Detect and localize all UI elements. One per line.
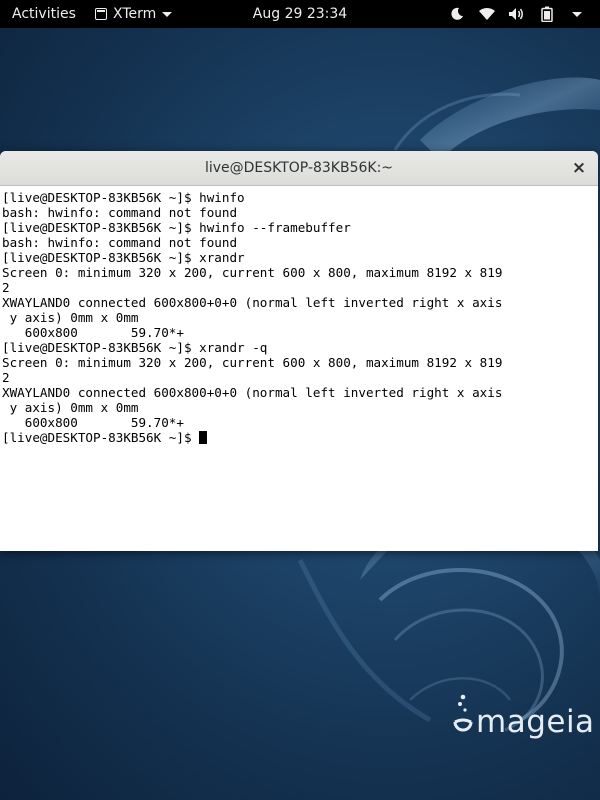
close-button[interactable]: × [570, 159, 588, 177]
system-tray[interactable] [448, 0, 586, 28]
wifi-icon[interactable] [478, 0, 496, 28]
terminal-line: [live@DESKTOP-83KB56K ~]$ xrandr [2, 250, 245, 265]
mageia-logo-icon [453, 694, 473, 732]
night-light-icon[interactable] [448, 0, 466, 28]
mageia-logo: mageia [452, 692, 595, 742]
terminal-window[interactable]: live@DESKTOP-83KB56K:~ × [live@DESKTOP-8… [0, 151, 598, 551]
system-menu-caret-icon[interactable] [568, 0, 586, 28]
terminal-line: bash: hwinfo: command not found [2, 235, 238, 250]
terminal-line: 2 [2, 370, 10, 385]
terminal-line: 600x800 59.70*+ [2, 415, 184, 430]
volume-icon[interactable] [508, 0, 526, 28]
terminal-line: 2 [2, 280, 10, 295]
top-bar: Activities XTerm Aug 29 23:34 [0, 0, 600, 28]
shell-prompt: [live@DESKTOP-83KB56K ~]$ [2, 430, 200, 445]
prompt-line[interactable]: [live@DESKTOP-83KB56K ~]$ [2, 430, 598, 445]
terminal-line: Screen 0: minimum 320 x 200, current 600… [2, 355, 503, 370]
terminal-line: [live@DESKTOP-83KB56K ~]$ xrandr -q [2, 340, 268, 355]
terminal-output[interactable]: [live@DESKTOP-83KB56K ~]$ hwinfo bash: h… [0, 187, 598, 551]
terminal-line: y axis) 0mm x 0mm [2, 310, 139, 325]
terminal-line: bash: hwinfo: command not found [2, 205, 238, 220]
window-title: live@DESKTOP-83KB56K:~ [204, 160, 394, 176]
window-titlebar[interactable]: live@DESKTOP-83KB56K:~ × [0, 151, 598, 186]
close-icon: × [571, 158, 587, 178]
terminal-line: [live@DESKTOP-83KB56K ~]$ hwinfo [2, 190, 245, 205]
clock-label[interactable]: Aug 29 23:34 [253, 6, 347, 22]
mageia-logo-text: mageia [476, 704, 595, 740]
terminal-line: 600x800 59.70*+ [2, 325, 184, 340]
terminal-line: XWAYLAND0 connected 600x800+0+0 (normal … [2, 385, 503, 400]
text-cursor [199, 431, 208, 444]
terminal-line: [live@DESKTOP-83KB56K ~]$ hwinfo --frame… [2, 220, 351, 235]
terminal-line: Screen 0: minimum 320 x 200, current 600… [2, 265, 503, 280]
terminal-line: XWAYLAND0 connected 600x800+0+0 (normal … [2, 295, 503, 310]
terminal-line: y axis) 0mm x 0mm [2, 400, 139, 415]
desktop: Activities XTerm Aug 29 23:34 live@DESKT… [0, 0, 600, 800]
battery-icon[interactable] [538, 0, 556, 28]
